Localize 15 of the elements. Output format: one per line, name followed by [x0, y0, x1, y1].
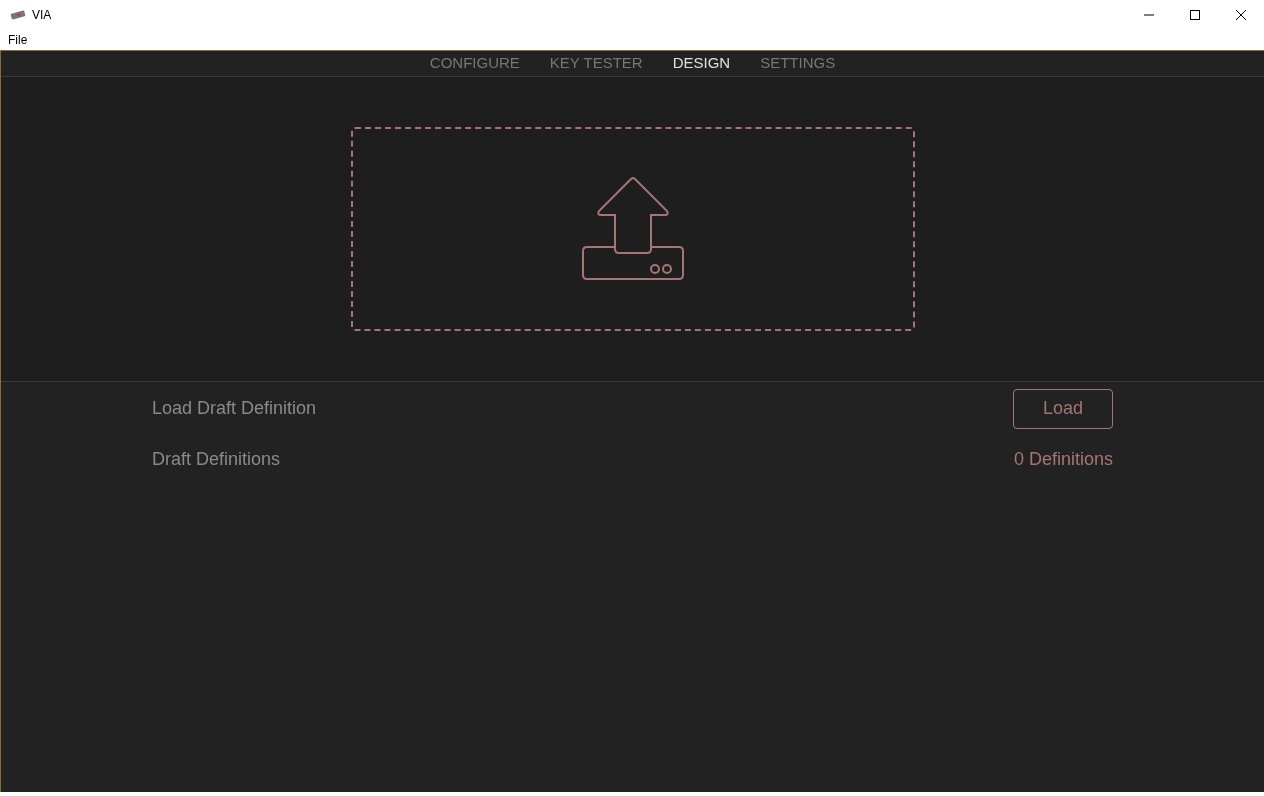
nav-tab[interactable]: DESIGN [672, 52, 731, 75]
window-title: VIA [32, 7, 52, 24]
setting-label: Draft Definitions [152, 448, 281, 471]
nav-tab[interactable]: CONFIGURE [429, 52, 520, 75]
nav-tab[interactable]: KEY TESTER [549, 52, 643, 75]
maximize-icon [1190, 10, 1200, 20]
nav-tab[interactable]: SETTINGS [760, 52, 836, 75]
file-drop-zone[interactable] [350, 127, 915, 331]
app-icon [10, 10, 26, 20]
load-button[interactable]: Load [1013, 388, 1113, 429]
menu-item[interactable]: File [0, 31, 36, 49]
close-icon [1236, 10, 1246, 20]
definitions-count: 0 Definitions [1013, 448, 1113, 471]
setting-label: Load Draft Definition [152, 397, 317, 420]
upload-icon [580, 177, 685, 281]
